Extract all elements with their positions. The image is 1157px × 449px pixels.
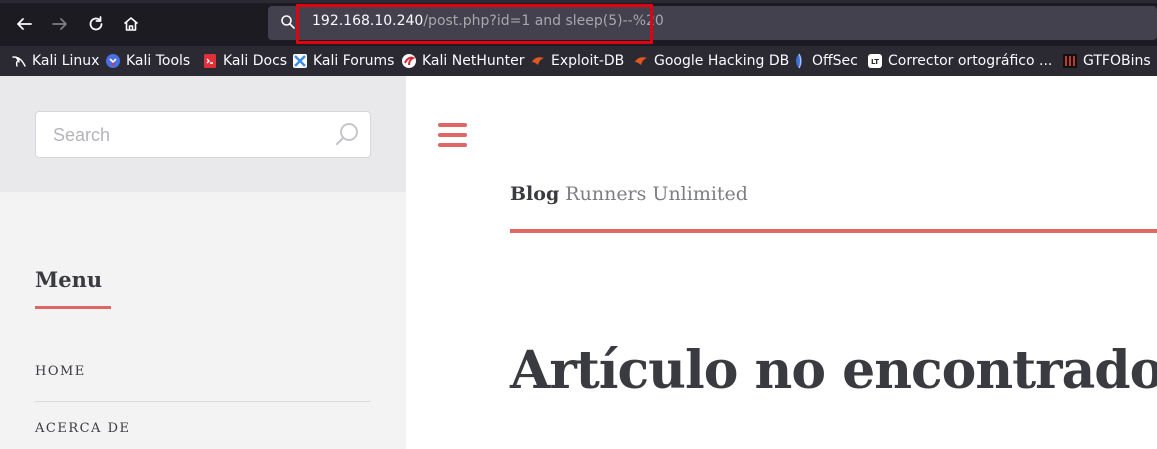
kali-forums-icon [292,53,308,69]
bookmark-label: Kali Docs [223,53,288,69]
bookmark-label: Google Hacking DB [654,53,790,69]
bookmark-label: Corrector ortográfico ... [888,53,1053,69]
sidebar-search-area: Search [0,76,406,192]
header-rule [510,229,1157,233]
bookmark-corrector[interactable]: LT Corrector ortográfico ... [867,46,1052,76]
bookmark-label: Kali Linux [32,53,100,69]
main-content: Blog Runners Unlimited Artículo no encon… [406,76,1157,449]
kali-tools-icon [105,53,121,69]
bookmark-offsec[interactable]: OffSec [791,46,858,76]
bookmarks-bar: Kali Linux Kali Tools Kali Docs Kali For… [0,46,1157,76]
nethunter-icon [401,53,417,69]
bookmark-label: GTFOBins [1083,53,1151,69]
page-headline: Artículo no encontrado. [510,340,1157,401]
sidebar: Search Menu HOME ACERCA DE [0,76,406,449]
bookmark-label: OffSec [812,53,858,69]
kali-docs-icon [202,53,218,69]
blog-title-bold: Blog [510,183,560,205]
search-placeholder: Search [53,125,111,145]
url-highlight-box [296,4,653,44]
lt-icon: LT [867,53,883,69]
bookmark-label: Kali NetHunter [422,53,525,69]
bookmark-kali-docs[interactable]: Kali Docs [202,46,287,76]
hamburger-menu-icon[interactable] [438,123,467,148]
home-icon[interactable] [120,13,142,35]
ghdb-icon [633,53,649,69]
tab-strip-edge [0,0,1157,3]
bookmark-kali-tools[interactable]: Kali Tools [105,46,190,76]
offsec-icon [791,53,807,69]
bookmark-exploit-db[interactable]: Exploit-DB [530,46,624,76]
menu-divider [35,401,371,402]
bookmark-google-hacking-db[interactable]: Google Hacking DB [633,46,789,76]
gtfobins-icon [1062,53,1078,69]
reload-icon[interactable] [85,13,107,35]
blog-title-name: Runners Unlimited [565,183,748,205]
menu-title-underline [35,306,111,309]
magnifier-icon[interactable] [334,122,360,152]
svg-text:LT: LT [871,58,879,66]
exploit-db-icon [530,53,546,69]
bookmark-label: Exploit-DB [551,53,625,69]
back-arrow-icon[interactable] [13,13,35,35]
menu-item-home[interactable]: HOME [35,364,86,379]
search-input[interactable]: Search [35,111,371,158]
browser-toolbar: 192.168.10.240/post.php?id=1 and sleep(5… [0,0,1157,46]
kali-dragon-icon [11,53,27,69]
bookmark-kali-nethunter[interactable]: Kali NetHunter [401,46,524,76]
bookmark-label: Kali Tools [126,53,191,69]
menu-title: Menu [35,267,103,292]
menu-item-acerca-de[interactable]: ACERCA DE [35,421,131,436]
bookmark-gtfobins[interactable]: GTFOBins [1062,46,1151,76]
forward-arrow-icon[interactable] [49,13,71,35]
bookmark-kali-forums[interactable]: Kali Forums [292,46,394,76]
bookmark-label: Kali Forums [313,53,395,69]
bookmark-kali-linux[interactable]: Kali Linux [11,46,99,76]
blog-title[interactable]: Blog Runners Unlimited [510,183,748,205]
